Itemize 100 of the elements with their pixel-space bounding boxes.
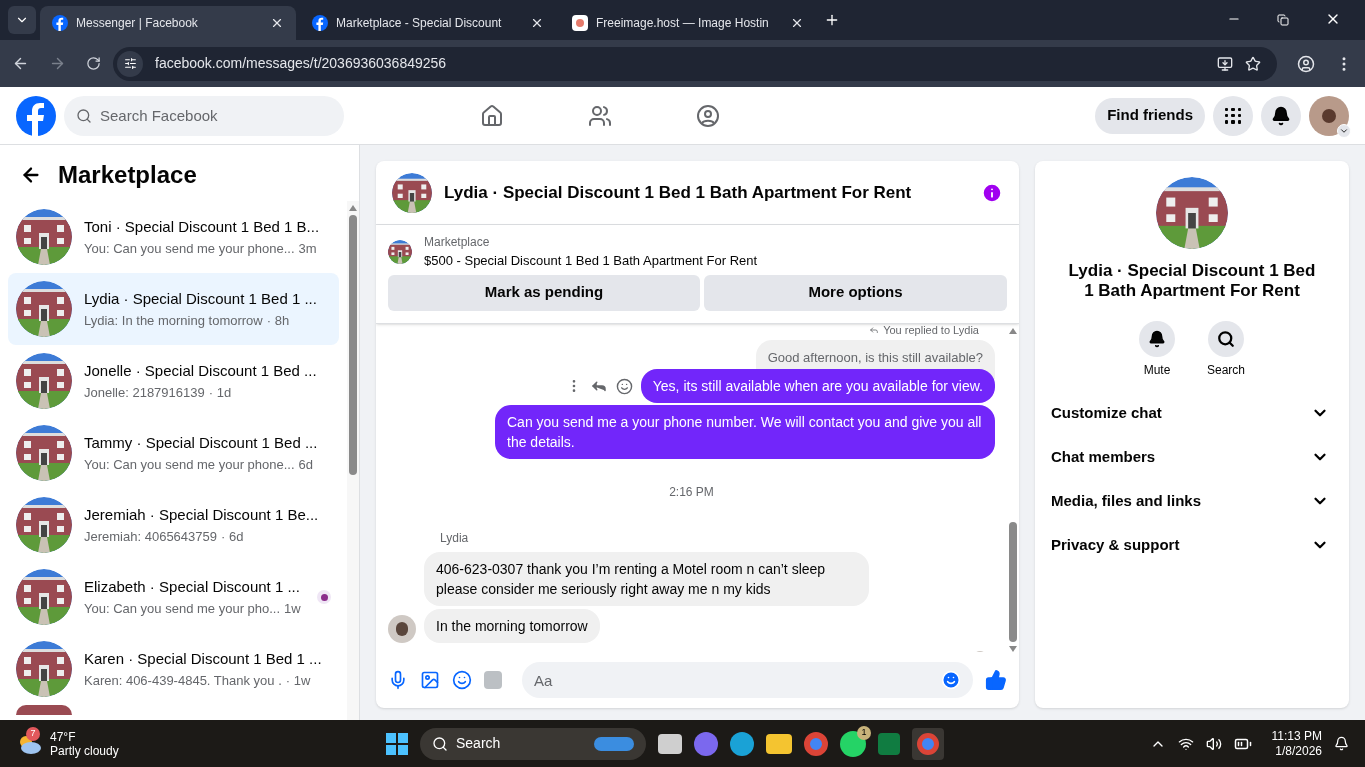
scrollbar-thumb[interactable] (349, 215, 357, 475)
message-time: 1w (284, 599, 301, 618)
task-view-icon[interactable] (658, 733, 682, 754)
start-icon[interactable] (386, 732, 408, 755)
browser-tab[interactable]: Marketplace - Special Discount (300, 6, 556, 40)
sender-name: Lydia (440, 531, 469, 545)
site-settings-icon[interactable] (117, 50, 143, 77)
photo-icon[interactable] (420, 670, 440, 690)
browser-tab[interactable]: Messenger | Facebook (40, 6, 296, 40)
message-preview: Jeremiah: 4065643759 (84, 527, 217, 546)
conversation-name: Elizabeth · Special Discount 1 ... (84, 577, 301, 597)
section-header[interactable]: Chat members (1051, 445, 1156, 469)
search-field[interactable]: Search Facebook (64, 95, 344, 136)
search-icon (76, 107, 92, 124)
message-preview: Lydia: In the morning tomorrow (84, 311, 263, 330)
sidebar-title: Marketplace (58, 160, 197, 190)
install-icon[interactable] (1217, 55, 1233, 72)
tab-title: Marketplace - Special Discount (336, 15, 503, 32)
scroll-up-icon[interactable] (349, 205, 357, 211)
find-friends-button[interactable]: Find friends (1095, 97, 1205, 134)
volume-icon[interactable] (1205, 735, 1222, 752)
message-field[interactable]: Aa (522, 662, 973, 698)
conversation-name: Jeremiah · Special Discount 1 Be... (84, 505, 320, 525)
close-icon[interactable] (270, 16, 284, 30)
message-time: · 1d (208, 383, 232, 402)
search-icon (1208, 321, 1244, 357)
conversation-name: Tammy · Special Discount 1 Bed ... (84, 433, 319, 453)
folder-icon[interactable] (766, 733, 792, 754)
notification-badge: 1 (857, 725, 871, 740)
sticker-icon[interactable] (452, 670, 472, 690)
scroll-up-icon[interactable] (1009, 327, 1017, 334)
profile-action-button[interactable]: Mute (1139, 321, 1175, 379)
chrome-icon[interactable] (804, 731, 828, 756)
profile-icon[interactable] (1297, 54, 1315, 73)
conversation-item[interactable]: Lydia · Special Discount 1 Bed 1 ... Lydia: In the morning tomorrow · 8h (8, 273, 339, 345)
message-preview: Jonelle: 2187916139 (84, 383, 205, 402)
microphone-icon[interactable] (388, 670, 408, 690)
search-icon (432, 735, 448, 752)
like-icon[interactable] (985, 669, 1007, 691)
conversation-item[interactable]: Karen · Special Discount 1 Bed 1 ... Karen: 406-439-4845. Thank you . · 1w (8, 633, 339, 705)
info-icon[interactable] (981, 181, 1003, 204)
spreadsheet-icon[interactable] (878, 732, 900, 755)
address-bar[interactable]: facebook.com/messages/t/2036936036849256 (113, 46, 1277, 81)
reply-icon (869, 324, 880, 335)
menu-icon[interactable] (1213, 95, 1253, 136)
image-host-icon (572, 15, 588, 31)
forward-icon[interactable] (49, 55, 66, 72)
account-avatar[interactable] (1309, 95, 1349, 136)
section-header[interactable]: Customize chat (1051, 401, 1162, 425)
chrome-icon[interactable] (912, 727, 944, 760)
browser-tab[interactable]: Freeimage.host — Image Hostin (560, 6, 816, 40)
message-preview: You: Can you send me your phone... (84, 239, 295, 258)
facebook-logo-icon[interactable] (52, 15, 68, 31)
notification-badge: 7 (26, 726, 40, 741)
back-icon[interactable] (12, 55, 29, 72)
restore-icon[interactable] (1277, 14, 1289, 26)
conversation-name: Lydia · Special Discount 1 Bed 1 ... (84, 289, 318, 309)
new-tab-icon[interactable] (824, 12, 840, 28)
conversation-item[interactable]: Jeremiah · Special Discount 1 Be... Jeremiah: 4065643759 · 6d (8, 489, 339, 561)
listing-action-button[interactable]: Mark as pending (388, 274, 700, 311)
close-icon[interactable] (790, 16, 804, 30)
tab-list-button[interactable] (8, 6, 36, 34)
outgoing-message: Can you send me a your phone number. We will contact you and give you all the details. (495, 405, 995, 459)
section-header[interactable]: Privacy & support (1051, 533, 1180, 557)
clock-date[interactable]: 1/8/2026 (1275, 743, 1322, 759)
search-label: Search (456, 734, 502, 753)
notifications-icon[interactable] (1334, 736, 1349, 751)
conversation-item[interactable]: Toni · Special Discount 1 Bed 1 B... You: Can you send me your phone... 3m (8, 201, 339, 273)
listing-action-button[interactable]: More options (704, 274, 1007, 311)
conversation-item[interactable]: Elizabeth · Special Discount 1 ... You: Can you send me your pho... 1w (8, 561, 339, 633)
conversation-item[interactable]: Jonelle · Special Discount 1 Bed ... Jonelle: 2187916139 · 1d (8, 345, 339, 417)
scroll-down-icon[interactable] (1009, 646, 1017, 652)
friends-icon[interactable] (587, 103, 612, 128)
facebook-logo-icon[interactable] (312, 15, 328, 31)
chat-app-icon[interactable] (840, 730, 866, 757)
profile-action-button[interactable]: Search (1207, 321, 1245, 379)
groups-icon[interactable] (695, 103, 720, 128)
taskbar-search[interactable]: Search (420, 727, 646, 760)
listing-title: $500 - Special Discount 1 Bed 1 Bath Apartment For Rent (424, 252, 758, 270)
message-time: 6d (298, 455, 314, 474)
action-label: Mute (1143, 362, 1171, 379)
bookmark-icon[interactable] (1245, 55, 1261, 72)
close-icon[interactable] (530, 16, 544, 30)
reload-icon[interactable] (86, 56, 101, 71)
react-icon[interactable] (615, 377, 633, 395)
scrollbar-thumb[interactable] (1009, 522, 1017, 642)
weather-condition: Partly cloudy (50, 743, 119, 758)
chat-title: Lydia · Special Discount 1 Bed 1 Bath Apartment For Rent (444, 181, 913, 204)
bell-icon (1139, 321, 1175, 357)
listing-source: Marketplace (424, 234, 491, 251)
notifications-button[interactable] (1261, 95, 1301, 136)
section-header[interactable]: Media, files and links (1051, 489, 1202, 513)
incoming-message: 406-623-0307 thank you I’m renting a Motel room n can’t sleep please consider me seriously right away me n my kids (424, 552, 869, 606)
tab-title: Freeimage.host — Image Hostin (596, 15, 770, 32)
home-icon[interactable] (479, 103, 504, 128)
clock-time[interactable]: 11:13 PM (1271, 728, 1322, 744)
message-preview: You: Can you send me your pho... (84, 599, 281, 618)
timestamp: 2:16 PM (669, 484, 714, 501)
conversation-item[interactable]: Tammy · Special Discount 1 Bed ... You: Can you send me your phone... 6d (8, 417, 339, 489)
incoming-message: In the morning tomorrow (424, 609, 600, 643)
